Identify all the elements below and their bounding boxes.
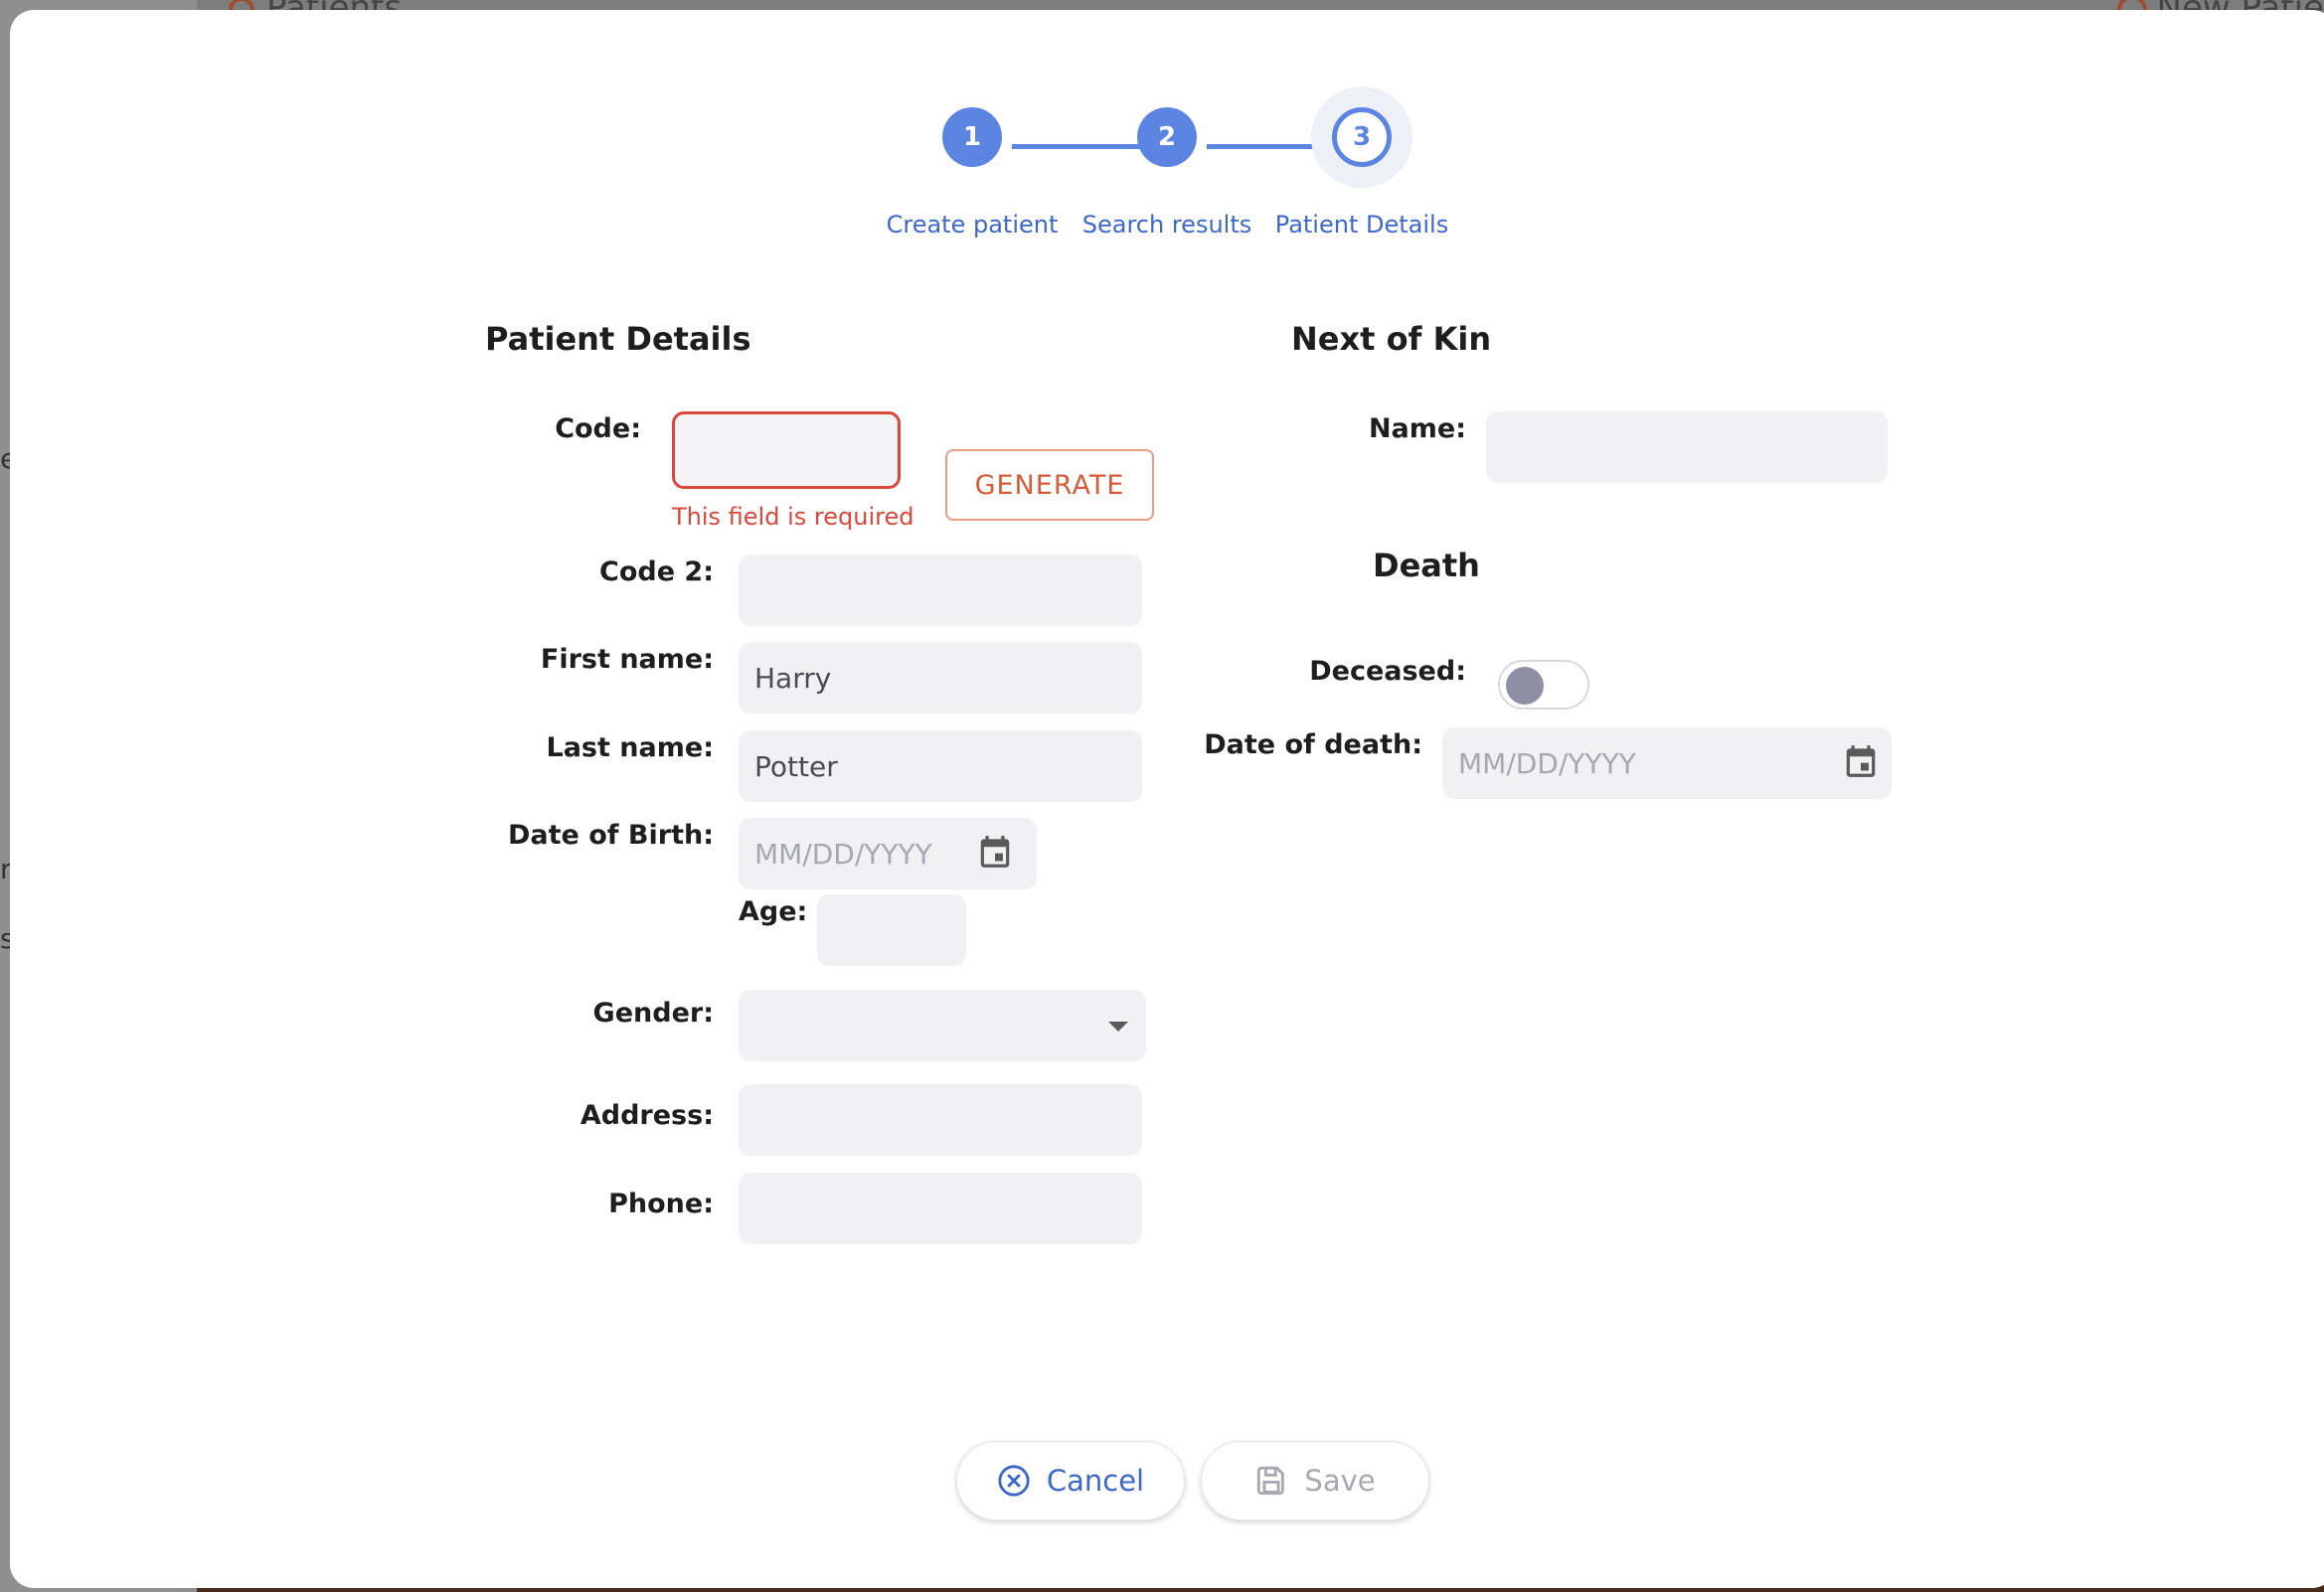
code-error-message: This field is required xyxy=(672,503,914,531)
phone-label: Phone: xyxy=(608,1189,714,1219)
code2-input[interactable] xyxy=(739,555,1142,626)
save-button[interactable]: Save xyxy=(1201,1441,1429,1520)
code-input[interactable] xyxy=(672,411,901,489)
floppy-disk-icon xyxy=(1257,1466,1285,1496)
chevron-down-icon xyxy=(1108,1022,1128,1032)
cancel-button[interactable]: Cancel xyxy=(956,1441,1185,1520)
first-name-label: First name: xyxy=(540,644,714,675)
new-patient-modal: 1 2 3 Create patient Search results Pati… xyxy=(10,10,2324,1588)
address-label: Address: xyxy=(580,1100,714,1131)
cancel-circle-icon xyxy=(998,1465,1030,1497)
step-1-label: Create patient xyxy=(886,211,1059,239)
kin-name-label: Name: xyxy=(1368,413,1466,444)
next-of-kin-title: Next of Kin xyxy=(1291,320,1492,358)
step-3-label: Patient Details xyxy=(1274,211,1449,239)
gender-select[interactable] xyxy=(739,990,1146,1061)
code2-label: Code 2: xyxy=(599,557,714,587)
step-3-circle: 3 xyxy=(1332,107,1392,167)
dob-label: Date of Birth: xyxy=(507,820,714,851)
generate-code-button[interactable]: GENERATE xyxy=(945,449,1154,521)
kin-name-input[interactable] xyxy=(1486,411,1888,483)
last-name-input[interactable] xyxy=(739,730,1142,802)
stepper-connector xyxy=(1012,144,1157,149)
age-label: Age: xyxy=(739,896,808,927)
date-of-death-label: Date of death: xyxy=(1204,729,1422,760)
phone-input[interactable] xyxy=(739,1173,1142,1244)
step-1-circle: 1 xyxy=(942,107,1002,167)
last-name-label: Last name: xyxy=(546,732,715,763)
calendar-icon[interactable] xyxy=(976,832,1014,872)
patient-details-title: Patient Details xyxy=(485,320,751,358)
address-input[interactable] xyxy=(739,1084,1142,1156)
death-title: Death xyxy=(1373,547,1480,584)
date-of-death-input[interactable] xyxy=(1442,727,1892,799)
code-label: Code: xyxy=(555,413,641,444)
step-2-circle: 2 xyxy=(1137,107,1197,167)
deceased-toggle[interactable] xyxy=(1498,660,1589,710)
cancel-button-label: Cancel xyxy=(1046,1464,1145,1498)
first-name-input[interactable] xyxy=(739,642,1142,714)
step-2-label: Search results xyxy=(1081,211,1252,239)
deceased-label: Deceased: xyxy=(1309,656,1466,687)
save-button-label: Save xyxy=(1304,1464,1376,1498)
toggle-knob xyxy=(1506,667,1544,705)
age-input[interactable] xyxy=(817,894,966,966)
gender-label: Gender: xyxy=(592,998,714,1029)
calendar-icon[interactable] xyxy=(1842,741,1880,781)
